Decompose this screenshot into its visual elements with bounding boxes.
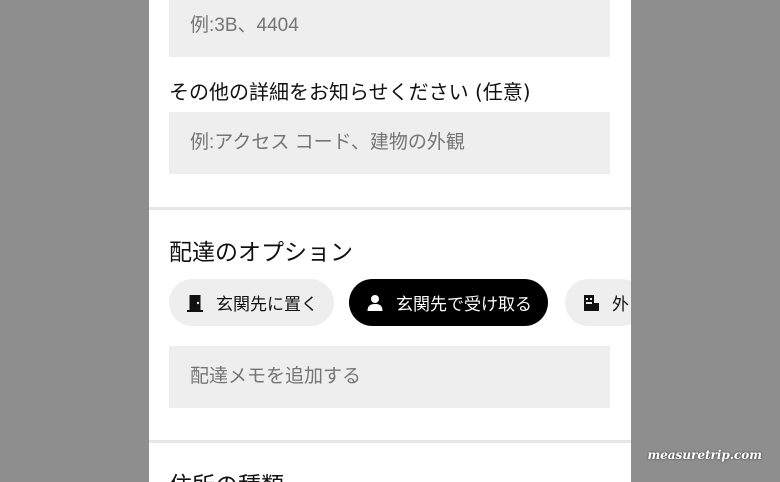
delivery-option-label: 玄関先に置く — [216, 295, 318, 315]
screen: その他の詳細をお知らせください (任意) 配達のオプション 玄関先に置く — [0, 0, 780, 482]
delivery-note-input[interactable] — [169, 346, 610, 408]
delivery-option-leave-at-door[interactable]: 玄関先に置く — [169, 279, 334, 326]
address-form-panel: その他の詳細をお知らせください (任意) 配達のオプション 玄関先に置く — [149, 0, 631, 482]
section-divider — [149, 440, 631, 443]
additional-details-label: その他の詳細をお知らせください (任意) — [169, 80, 531, 104]
section-divider — [149, 207, 631, 210]
delivery-options-title: 配達のオプション — [169, 240, 353, 266]
unit-number-input[interactable] — [169, 0, 610, 57]
address-type-title: 住所の種類 — [169, 466, 284, 482]
building-icon — [580, 292, 602, 314]
delivery-option-meet-at-door[interactable]: 玄関先で受け取る — [349, 279, 548, 326]
additional-details-input[interactable] — [169, 112, 610, 174]
delivery-option-outside[interactable]: 外 — [565, 279, 631, 326]
delivery-option-label: 外 — [612, 295, 629, 315]
watermark: measuretrip.com — [647, 448, 762, 462]
delivery-option-label: 玄関先で受け取る — [396, 295, 532, 315]
door-icon — [184, 292, 206, 314]
person-icon — [364, 292, 386, 314]
